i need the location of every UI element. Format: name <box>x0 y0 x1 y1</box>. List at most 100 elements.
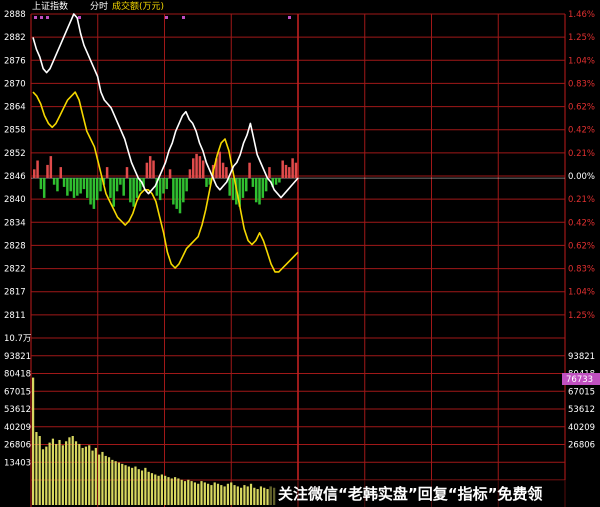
price-tick-left: 2846 <box>4 172 26 182</box>
breadth-bar <box>148 156 152 179</box>
price-tick-left: 2858 <box>4 126 26 136</box>
volume-bar <box>183 481 187 505</box>
volume-bar <box>84 446 88 505</box>
volume-bar <box>88 445 91 505</box>
volume-tick-right: 93821 <box>568 352 595 362</box>
breadth-bar <box>122 178 125 196</box>
breadth-bar <box>291 158 294 179</box>
price-tick-left: 2840 <box>4 195 26 205</box>
volume-bar <box>240 487 243 505</box>
price-tick-left: 2811 <box>4 311 26 321</box>
breadth-bar <box>218 151 222 179</box>
volume-bar <box>32 377 35 505</box>
breadth-bar <box>228 178 231 196</box>
volume-bar <box>263 487 266 505</box>
event-marker[interactable] <box>165 16 168 19</box>
breadth-bar <box>188 169 192 179</box>
price-tick-right: 0.62% <box>568 103 595 113</box>
breadth-bar <box>129 178 132 203</box>
breadth-bar <box>62 178 66 187</box>
event-marker[interactable] <box>182 16 185 19</box>
price-tick-left: 2882 <box>4 33 26 43</box>
volume-bar <box>157 475 160 505</box>
volume-bar <box>220 485 223 505</box>
volume-bar <box>101 451 104 505</box>
volume-bar <box>137 469 140 505</box>
breadth-bar <box>274 178 278 185</box>
volume-bar <box>216 483 220 505</box>
volume-tick-right: 53612 <box>568 405 595 415</box>
breadth-bar <box>99 178 102 192</box>
breadth-bar <box>281 160 284 179</box>
volume-tick-left: 40209 <box>4 423 31 433</box>
breadth-bar <box>245 178 248 192</box>
volume-bar <box>68 437 71 505</box>
breadth-bar <box>49 156 53 179</box>
volume-bar <box>111 459 114 505</box>
volume-tick-right: 26806 <box>568 441 595 451</box>
breadth-bar <box>145 162 149 179</box>
breadth-bar <box>231 178 235 201</box>
breadth-bar <box>36 160 39 179</box>
price-tick-right: 1.04% <box>568 288 595 298</box>
breadth-bar <box>115 178 119 192</box>
volume-bar <box>160 474 163 505</box>
breadth-bar <box>109 178 112 198</box>
volume-bar <box>187 479 190 505</box>
breadth-bar <box>172 178 175 205</box>
breadth-bar <box>72 178 76 198</box>
breadth-bar <box>86 178 89 198</box>
event-marker[interactable] <box>288 16 291 19</box>
price-tick-right: 1.25% <box>568 311 595 321</box>
price-tick-right: 0.62% <box>568 241 595 251</box>
price-tick-right: 1.25% <box>568 33 595 43</box>
volume-bar <box>71 435 74 505</box>
breadth-bar <box>66 178 69 196</box>
volume-bar <box>41 449 45 505</box>
current-volume-value: 76733 <box>566 375 593 385</box>
event-marker[interactable] <box>40 16 43 19</box>
volume-tick-right: 67015 <box>568 387 595 397</box>
volume-bar <box>58 439 61 505</box>
price-tick-right: 0.83% <box>568 79 595 89</box>
price-tick-left: 2828 <box>4 241 26 251</box>
volume-bar <box>193 482 196 505</box>
breadth-bar <box>119 178 122 185</box>
volume-unit-label: 成交额(万元) <box>112 0 164 12</box>
price-tick-right: 0.21% <box>568 149 595 159</box>
price-tick-right: 0.42% <box>568 218 595 228</box>
volume-bar <box>233 485 236 505</box>
volume-tick-left: 93821 <box>4 352 31 362</box>
breadth-bar <box>198 156 202 179</box>
event-marker[interactable] <box>46 16 49 19</box>
volume-bar <box>91 450 94 505</box>
breadth-bar <box>39 178 43 190</box>
volume-bar <box>249 483 253 505</box>
volume-bar <box>236 486 239 505</box>
price-tick-right: 1.04% <box>568 56 595 66</box>
intraday-chart[interactable]: 上证指数 分时 成交额(万元) 2888 2882 2876 2870 2864 2858… <box>0 0 600 507</box>
volume-tick-left: 80418 <box>4 370 31 380</box>
breadth-bar <box>76 178 79 196</box>
event-marker[interactable] <box>34 16 37 19</box>
breadth-bar <box>248 162 251 179</box>
breadth-bar <box>92 178 96 209</box>
volume-bar <box>167 477 170 505</box>
breadth-bar <box>225 167 228 179</box>
breadth-bar <box>182 178 185 203</box>
breadth-bar <box>175 178 178 209</box>
volume-bar <box>51 438 55 505</box>
volume-tick-left: 53612 <box>4 405 31 415</box>
event-marker[interactable] <box>78 16 81 19</box>
breadth-bar <box>52 178 56 185</box>
volume-bar <box>38 435 41 505</box>
watermark-text: 关注微信“老韩实盘”回复“指标”免费领 <box>278 485 542 503</box>
volume-bar <box>74 441 78 505</box>
volume-bar <box>65 441 68 505</box>
mode-label[interactable]: 分时 <box>90 0 108 12</box>
volume-tick-left: 67015 <box>4 387 31 397</box>
breadth-bar <box>241 178 245 198</box>
volume-bar <box>173 477 177 505</box>
price-tick-left: 2834 <box>4 218 26 228</box>
volume-bar <box>61 445 64 505</box>
